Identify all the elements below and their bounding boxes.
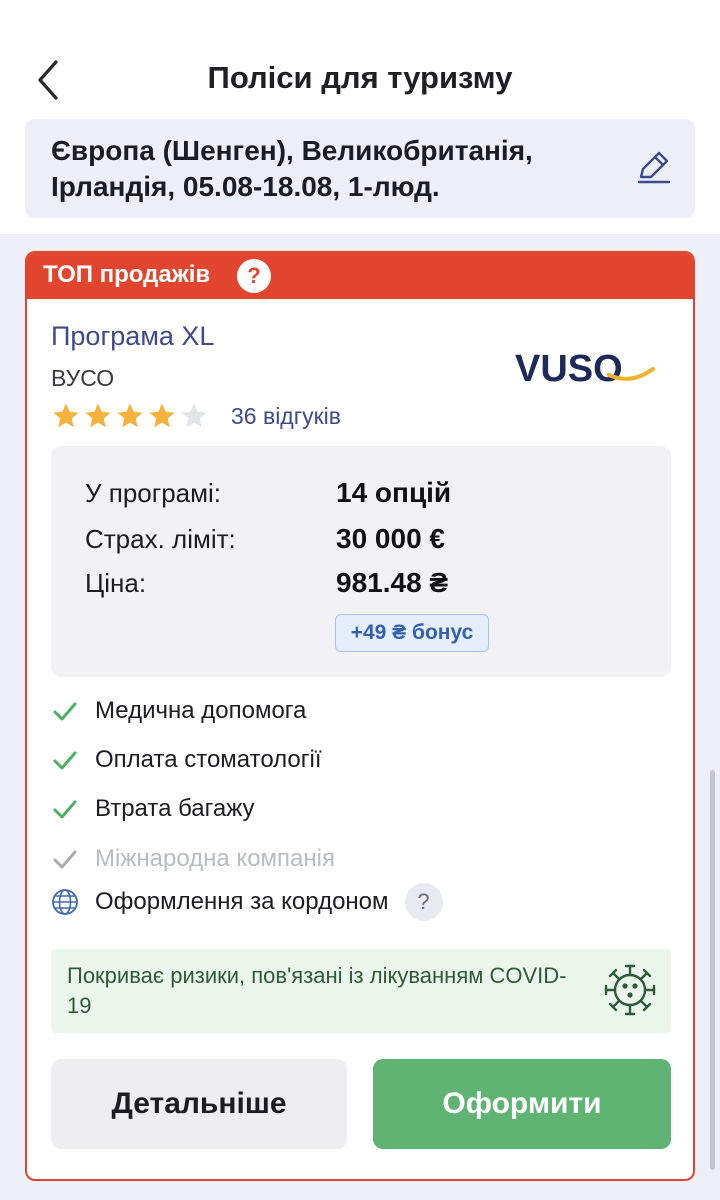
- check-icon: [53, 702, 77, 721]
- feature-label: Оформлення за кордоном: [95, 888, 389, 915]
- star-icon: [117, 403, 143, 428]
- help-icon[interactable]: ?: [404, 883, 443, 921]
- scrollbar[interactable]: [710, 770, 715, 1170]
- badge-label: ТОП продажів: [43, 261, 211, 288]
- svg-text:VUSO: VUSO: [515, 348, 623, 390]
- star-icon: [85, 403, 111, 428]
- details-button[interactable]: Детальніше: [51, 1059, 347, 1149]
- check-icon: [53, 751, 77, 770]
- covid-note: Покриває ризики, пов'язані із лікуванням…: [51, 949, 671, 1033]
- top-bar: Поліси для туризму Європа (Шенген), Вели…: [0, 0, 720, 234]
- feature-label: Оплата стоматології: [95, 746, 322, 773]
- options-label: У програмі:: [85, 478, 222, 508]
- vuso-logo: VUSO: [515, 348, 655, 390]
- program-details: У програмі: 14 опцій Страх. ліміт: 30 00…: [51, 446, 671, 677]
- limit-value: 30 000 €: [336, 523, 445, 554]
- limit-label: Страх. ліміт:: [85, 524, 236, 554]
- star-empty-icon: [181, 403, 207, 428]
- virus-icon: [604, 964, 656, 1016]
- program-name[interactable]: Програма XL: [51, 321, 214, 352]
- rating-stars: [51, 401, 209, 431]
- check-icon: [53, 850, 77, 869]
- page-title: Поліси для туризму: [207, 60, 513, 95]
- price-label: Ціна:: [85, 568, 147, 598]
- feature-label: Міжнародна компанія: [95, 845, 335, 872]
- checkout-button[interactable]: Оформити: [373, 1059, 671, 1149]
- feature-item: Медична допомога: [51, 693, 306, 729]
- star-icon: [149, 403, 175, 428]
- top-sales-badge: ТОП продажів ?: [27, 253, 693, 299]
- pencil-edit-icon[interactable]: [635, 149, 671, 185]
- bonus-badge: +49 ₴ бонус: [335, 614, 489, 652]
- feature-label: Медична допомога: [95, 697, 307, 724]
- feature-abroad: Оформлення за кордоном ?: [51, 882, 443, 922]
- feature-item-disabled: Міжнародна компанія: [51, 841, 335, 877]
- offer-card: ТОП продажів ? Програма XL ВУСО VUSO 36 …: [25, 251, 695, 1181]
- globe-icon: [52, 889, 78, 915]
- search-summary-text: Європа (Шенген), Великобританія, Ірланді…: [51, 135, 533, 202]
- feature-item: Втрата багажу: [51, 791, 255, 827]
- search-summary[interactable]: Європа (Шенген), Великобританія, Ірланді…: [25, 119, 695, 218]
- feature-item: Оплата стоматології: [51, 742, 322, 778]
- options-value: 14 опцій: [336, 477, 452, 508]
- covid-note-text: Покриває ризики, пов'язані із лікуванням…: [67, 963, 567, 1018]
- star-icon: [53, 403, 79, 428]
- feature-label: Втрата багажу: [95, 795, 255, 822]
- price-value: 981.48 ₴: [336, 567, 449, 598]
- check-icon: [53, 800, 77, 819]
- reviews-link[interactable]: 36 відгуків: [231, 403, 341, 430]
- badge-help-icon[interactable]: ?: [237, 259, 271, 293]
- insurer-name: ВУСО: [51, 365, 115, 391]
